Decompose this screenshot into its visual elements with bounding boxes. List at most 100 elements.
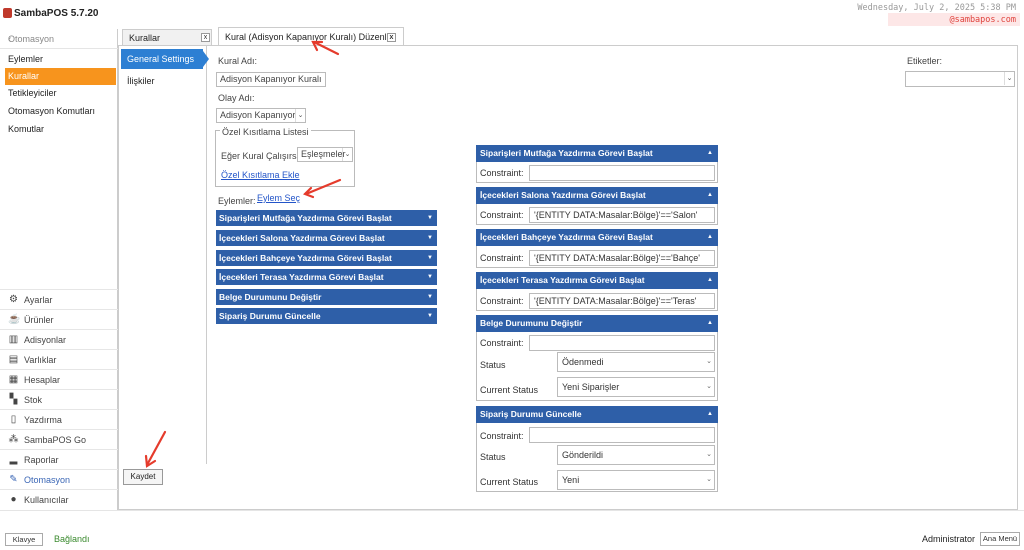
constraint-label: Constraint: [480, 210, 524, 220]
module-urunler[interactable]: ☕ Ürünler [0, 309, 118, 329]
module-yazdirma[interactable]: ▯ Yazdırma [0, 409, 118, 429]
panel-header[interactable]: Siparişleri Mutfağa Yazdırma Görevi Başl… [476, 145, 718, 162]
constraint-field[interactable]: '{ENTITY DATA:Masalar:Bölge}'=='Bahçe' [529, 250, 715, 266]
triangle-up-icon[interactable]: ▲ [707, 406, 713, 423]
module-adisyonlar[interactable]: ▥ Adisyonlar [0, 329, 118, 349]
panel-header[interactable]: Sipariş Durumu Güncelle ▲ [476, 406, 718, 423]
triangle-down-icon[interactable]: ▼ [427, 269, 433, 285]
module-raporlar[interactable]: ▂ Raporlar [0, 449, 118, 469]
connection-status: Bağlandı [54, 534, 90, 544]
triangle-up-icon[interactable]: ▲ [707, 145, 713, 162]
constraint-list-group: Özel Kısıtlama Listesi Eğer Kural Çalışı… [215, 127, 355, 187]
event-select[interactable]: Adisyon Kapanıyor ⌄ [216, 108, 306, 123]
rule-name-label: Kural Adı: [218, 56, 258, 66]
current-status-select[interactable]: Yeni ⌄ [557, 470, 715, 490]
status-select[interactable]: Ödenmedi ⌄ [557, 352, 715, 372]
action-item[interactable]: Sipariş Durumu Güncelle ▼ [216, 308, 437, 324]
datetime: Wednesday, July 2, 2025 5:38 PM [857, 3, 1016, 13]
tab-label: Kurallar [129, 33, 161, 43]
main-menu-button[interactable]: Ana Menü [980, 532, 1020, 546]
books-icon: ▥ [8, 334, 19, 345]
sidebar-item-kurallar[interactable]: Kurallar [5, 68, 116, 85]
panel-header[interactable]: İçecekleri Terasa Yazdırma Görevi Başlat… [476, 272, 718, 289]
sidebar-item-eylemler[interactable]: Eylemler [5, 51, 116, 68]
constraint-label: Constraint: [480, 168, 524, 178]
constraint-field[interactable] [529, 165, 715, 181]
action-title: İçecekleri Bahçeye Yazdırma Görevi Başla… [219, 253, 392, 263]
actions-label: Eylemler: [218, 196, 256, 206]
tags-select[interactable]: ⌄ [905, 71, 1015, 87]
triangle-up-icon[interactable]: ▲ [707, 187, 713, 204]
pen-icon: ✎ [9, 474, 18, 485]
constraint-field[interactable]: '{ENTITY DATA:Masalar:Bölge}'=='Salon' [529, 207, 715, 223]
module-varliklar[interactable]: ▤ Varlıklar [0, 349, 118, 369]
panel-title: Sipariş Durumu Güncelle [480, 409, 582, 419]
save-area: Kaydet [119, 464, 207, 509]
sidebar-item-tetikleyiciler[interactable]: Tetikleyiciler [5, 85, 116, 102]
current-status-value: Yeni [562, 475, 580, 485]
action-item[interactable]: İçecekleri Terasa Yazdırma Görevi Başlat… [216, 269, 437, 285]
chevron-down-icon: ⌄ [706, 358, 712, 365]
tab-kurallar[interactable]: Kurallar x [122, 29, 212, 45]
tags-label: Etiketler: [907, 56, 943, 66]
constraint-field[interactable] [529, 335, 715, 351]
close-icon[interactable]: x [387, 33, 396, 42]
panel-header[interactable]: Belge Durumunu Değiştir ▲ [476, 315, 718, 332]
collapse-chevron-icon[interactable]: ‹ [8, 34, 110, 45]
module-stok[interactable]: ▚ Stok [0, 389, 118, 409]
action-item[interactable]: İçecekleri Salona Yazdırma Görevi Başlat… [216, 230, 437, 246]
module-label: Stok [24, 395, 43, 405]
sidebar-item-otomasyon-komutlari[interactable]: Otomasyon Komutları [5, 103, 116, 120]
module-kullanicilar[interactable]: ● Kullanıcılar [0, 489, 118, 509]
run-if-select[interactable]: Eşleşmeler ⌄ [297, 147, 353, 162]
status-label: Status [480, 452, 506, 462]
tab-general-settings[interactable]: General Settings [121, 49, 203, 69]
triangle-down-icon[interactable]: ▼ [427, 308, 433, 324]
panel-title: Siparişleri Mutfağa Yazdırma Görevi Başl… [480, 148, 653, 158]
panel-title: İçecekleri Bahçeye Yazdırma Görevi Başla… [480, 232, 653, 242]
module-label: Kullanıcılar [24, 495, 69, 505]
keyboard-button[interactable]: Klavye [5, 533, 43, 546]
module-sambapos-go[interactable]: ⁂ SambaPOS Go [0, 429, 118, 449]
action-item[interactable]: Belge Durumunu Değiştir ▼ [216, 289, 437, 305]
current-status-value: Yeni Siparişler [562, 382, 620, 392]
triangle-down-icon[interactable]: ▼ [427, 250, 433, 266]
module-hesaplar[interactable]: ▦ Hesaplar [0, 369, 118, 389]
triangle-up-icon[interactable]: ▲ [707, 315, 713, 332]
module-label: Ürünler [24, 315, 54, 325]
select-action-link[interactable]: Eylem Seç [257, 193, 300, 203]
title-bar: SambaPOS 5.7.20 Wednesday, July 2, 2025 … [0, 0, 1024, 26]
triangle-up-icon[interactable]: ▲ [707, 229, 713, 246]
calculator-icon: ▦ [8, 374, 19, 385]
status-bar: Klavye Bağlandı Administrator Ana Menü [0, 510, 1024, 550]
current-user: Administrator [922, 534, 976, 544]
triangle-down-icon[interactable]: ▼ [427, 210, 433, 226]
status-select[interactable]: Gönderildi ⌄ [557, 445, 715, 465]
module-ayarlar[interactable]: ⚙ Ayarlar [0, 289, 118, 309]
run-if-value: Eşleşmeler [301, 149, 346, 159]
current-status-select[interactable]: Yeni Siparişler ⌄ [557, 377, 715, 397]
action-item[interactable]: Siparişleri Mutfağa Yazdırma Görevi Başl… [216, 210, 437, 226]
sidebar-item-komutlar[interactable]: Komutlar [5, 121, 116, 138]
event-label: Olay Adı: [218, 93, 255, 103]
module-otomasyon[interactable]: ✎ Otomasyon [0, 469, 118, 489]
triangle-up-icon[interactable]: ▲ [707, 272, 713, 289]
close-icon[interactable]: x [201, 33, 210, 42]
save-button[interactable]: Kaydet [123, 469, 163, 485]
action-item[interactable]: İçecekleri Bahçeye Yazdırma Görevi Başla… [216, 250, 437, 266]
action-title: İçecekleri Salona Yazdırma Görevi Başlat [219, 233, 385, 243]
constraint-field[interactable] [529, 427, 715, 443]
triangle-down-icon[interactable]: ▼ [427, 230, 433, 246]
module-label: Yazdırma [24, 415, 62, 425]
triangle-down-icon[interactable]: ▼ [427, 289, 433, 305]
constraint-field[interactable]: '{ENTITY DATA:Masalar:Bölge}'=='Teras' [529, 293, 715, 309]
panel-header[interactable]: İçecekleri Salona Yazdırma Görevi Başlat… [476, 187, 718, 204]
current-status-label: Current Status [480, 477, 539, 487]
tab-rule-edit[interactable]: Kural (Adisyon Kapanıyor Kuralı) Düzenle… [218, 27, 404, 45]
app-title: SambaPOS 5.7.20 [14, 8, 99, 19]
rule-name-field[interactable]: Adisyon Kapanıyor Kuralı [216, 72, 326, 87]
tab-iliskiler[interactable]: İlişkiler [127, 76, 155, 86]
chevron-down-icon: ⌄ [706, 451, 712, 458]
panel-header[interactable]: İçecekleri Bahçeye Yazdırma Görevi Başla… [476, 229, 718, 246]
add-constraint-link[interactable]: Özel Kısıtlama Ekle [221, 170, 300, 180]
